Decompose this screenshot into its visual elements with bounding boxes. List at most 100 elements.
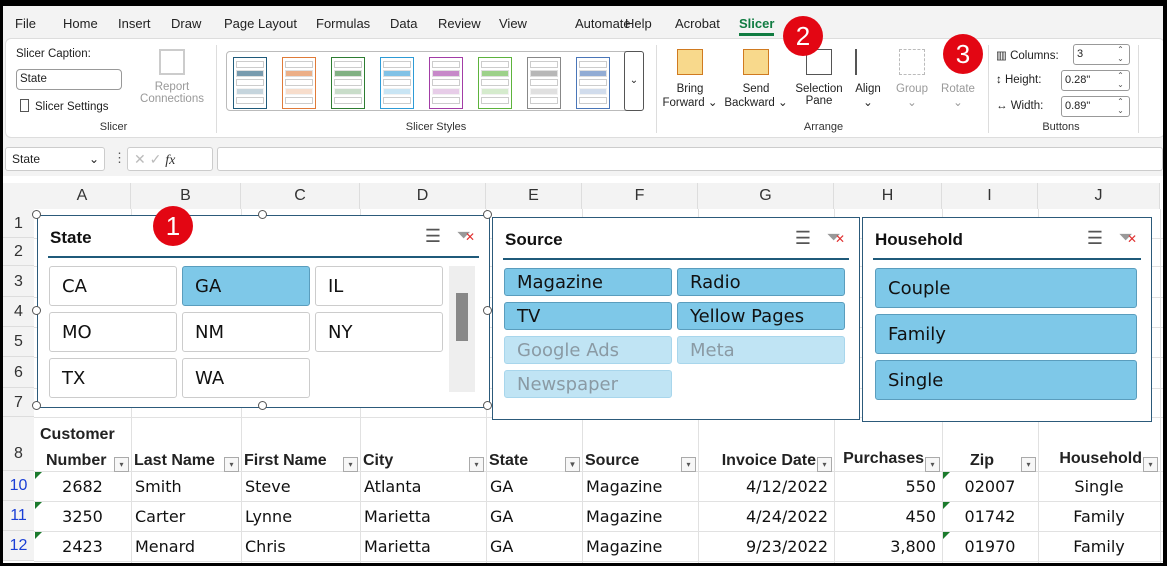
clear-filter-icon[interactable]: ⏷✕ <box>457 225 475 246</box>
tab-automate[interactable]: Automate <box>575 16 631 31</box>
row-header-8[interactable]: 8 <box>3 417 34 471</box>
slicer-item-google-ads[interactable]: Google Ads <box>504 336 672 364</box>
error-indicator-icon[interactable] <box>943 472 950 479</box>
column-header-J[interactable]: J <box>1038 183 1160 209</box>
error-indicator-icon[interactable] <box>943 502 950 509</box>
resize-handle[interactable] <box>32 305 41 315</box>
column-header-G[interactable]: G <box>698 183 834 209</box>
slicer-item-wa[interactable]: WA <box>182 358 310 398</box>
tab-data[interactable]: Data <box>390 16 417 31</box>
filter-dropdown-5[interactable]: ▼ <box>565 457 580 472</box>
resize-handle[interactable] <box>257 210 267 219</box>
multi-select-icon[interactable]: ☰ <box>425 226 441 247</box>
column-header-I[interactable]: I <box>942 183 1038 209</box>
multi-select-icon[interactable]: ☰ <box>795 228 811 249</box>
slicer-item-tx[interactable]: TX <box>49 358 177 398</box>
slicer-item-single[interactable]: Single <box>875 360 1137 400</box>
bring-forward-button[interactable]: Bring Forward ⌄ <box>662 49 718 109</box>
slicer-state[interactable]: State ☰ ⏷✕ CA GA IL MO NM NY TX WA <box>32 210 492 410</box>
tab-page-layout[interactable]: Page Layout <box>224 16 297 31</box>
filter-dropdown-1[interactable]: ▾ <box>114 457 129 472</box>
slicer-item-il[interactable]: IL <box>315 266 443 306</box>
slicer-item-ca[interactable]: CA <box>49 266 177 306</box>
filter-dropdown-2[interactable]: ▾ <box>224 457 239 472</box>
filter-dropdown-4[interactable]: ▾ <box>469 457 484 472</box>
slicer-item-radio[interactable]: Radio <box>677 268 845 296</box>
clear-filter-icon[interactable]: ⏷✕ <box>827 227 845 248</box>
error-indicator-icon[interactable] <box>35 502 42 509</box>
slicer-caption-input[interactable]: State <box>16 69 122 90</box>
error-indicator-icon[interactable] <box>943 532 950 539</box>
tab-formulas[interactable]: Formulas <box>316 16 370 31</box>
scrollbar-thumb[interactable] <box>456 293 468 341</box>
filter-dropdown-8[interactable]: ▾ <box>925 457 940 472</box>
filter-dropdown-10[interactable]: ▾ <box>1143 457 1158 472</box>
error-indicator-icon[interactable] <box>35 472 42 479</box>
slicer-item-family[interactable]: Family <box>875 314 1137 354</box>
multi-select-icon[interactable]: ☰ <box>1087 228 1103 249</box>
slicer-item-newspaper[interactable]: Newspaper <box>504 370 672 398</box>
width-spinner[interactable]: 0.89" <box>1061 96 1130 117</box>
row-header-4[interactable]: 4 <box>3 297 34 327</box>
tab-view[interactable]: View <box>499 16 527 31</box>
slicer-source[interactable]: Source ☰ ⏷✕ Magazine Radio TV Yellow Pages Goog… <box>492 217 860 420</box>
tab-draw[interactable]: Draw <box>171 16 201 31</box>
slicer-item-tv[interactable]: TV <box>504 302 672 330</box>
slicer-style-option[interactable] <box>282 57 316 109</box>
select-all-button[interactable] <box>3 183 34 209</box>
slicer-style-option[interactable] <box>478 57 512 109</box>
filter-dropdown-3[interactable]: ▾ <box>343 457 358 472</box>
tab-file[interactable]: File <box>15 16 36 31</box>
row-header-1[interactable]: 1 <box>3 209 34 238</box>
column-header-E[interactable]: E <box>486 183 582 209</box>
row-header-3[interactable]: 3 <box>3 266 34 297</box>
row-header-6[interactable]: 6 <box>3 357 34 388</box>
insert-function-button[interactable]: fx <box>165 153 175 168</box>
clear-filter-icon[interactable]: ⏷✕ <box>1119 227 1137 248</box>
tab-help[interactable]: Help <box>625 16 652 31</box>
tab-acrobat[interactable]: Acrobat <box>675 16 720 31</box>
slicer-household[interactable]: Household ☰ ⏷✕ Couple Family Single <box>862 217 1152 422</box>
slicer-item-nm[interactable]: NM <box>182 312 310 352</box>
column-header-C[interactable]: C <box>241 183 360 209</box>
columns-spinner[interactable]: 3 <box>1073 44 1130 65</box>
height-spinner[interactable]: 0.28" <box>1061 70 1130 91</box>
slicer-style-option[interactable] <box>380 57 414 109</box>
group-button[interactable]: Group ⌄ <box>892 49 932 109</box>
resize-handle[interactable] <box>483 210 492 219</box>
report-connections-button[interactable]: Report Connections <box>136 49 208 105</box>
slicer-style-option[interactable] <box>527 57 561 109</box>
resize-handle[interactable] <box>483 401 492 410</box>
column-header-A[interactable]: A <box>34 183 131 209</box>
selection-pane-button[interactable]: Selection Pane <box>792 49 846 107</box>
slicer-style-option[interactable] <box>233 57 267 109</box>
name-box[interactable]: State ⌄ <box>5 147 105 171</box>
tab-slicer[interactable]: Slicer <box>739 16 775 36</box>
row-header-7[interactable]: 7 <box>3 388 34 417</box>
slicer-item-ny[interactable]: NY <box>315 312 443 352</box>
filter-dropdown-7[interactable]: ▾ <box>817 457 832 472</box>
slicer-item-ga[interactable]: GA <box>182 266 310 306</box>
filter-dropdown-9[interactable]: ▾ <box>1021 457 1036 472</box>
resize-handle[interactable] <box>32 401 41 410</box>
slicer-item-magazine[interactable]: Magazine <box>504 268 672 296</box>
slicer-style-option[interactable] <box>331 57 365 109</box>
row-header-5[interactable]: 5 <box>3 327 34 357</box>
tab-review[interactable]: Review <box>438 16 481 31</box>
error-indicator-icon[interactable] <box>35 532 42 539</box>
send-backward-button[interactable]: Send Backward ⌄ <box>724 49 788 109</box>
enter-icon[interactable]: ✓ <box>150 151 162 167</box>
gallery-more-button[interactable]: ⌄ <box>624 51 644 111</box>
row-header-2[interactable]: 2 <box>3 238 34 266</box>
tab-home[interactable]: Home <box>63 16 98 31</box>
row-header-10[interactable]: 10 <box>3 471 34 501</box>
column-header-B[interactable]: B <box>131 183 241 209</box>
cancel-icon[interactable]: ✕ <box>134 151 146 167</box>
tab-insert[interactable]: Insert <box>118 16 151 31</box>
formula-input[interactable] <box>217 147 1163 171</box>
slicer-item-meta[interactable]: Meta <box>677 336 845 364</box>
resize-handle[interactable] <box>32 210 41 219</box>
resize-handle[interactable] <box>483 305 492 315</box>
slicer-item-mo[interactable]: MO <box>49 312 177 352</box>
column-header-D[interactable]: D <box>360 183 486 209</box>
